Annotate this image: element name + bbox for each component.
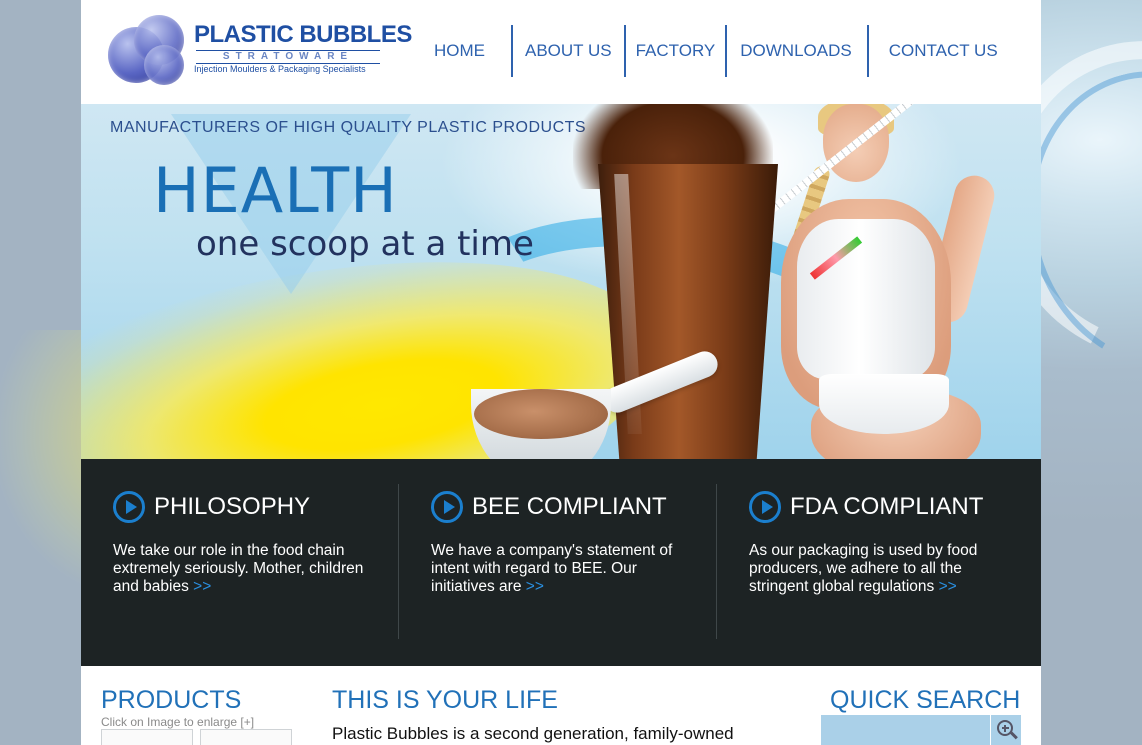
hero-tagline: MANUFACTURERS OF HIGH QUALITY PLASTIC PR… [110, 119, 587, 136]
life-text: Plastic Bubbles is a second generation, … [332, 724, 734, 743]
products-title: PRODUCTS [101, 686, 242, 714]
feature-philosophy: PHILOSOPHY We take our role in the food … [81, 459, 399, 666]
brand-name: PLASTIC BUBBLES [194, 21, 412, 48]
nav-contact-us[interactable]: CONTACT US [869, 25, 1010, 77]
hero-banner: MANUFACTURERS OF HIGH QUALITY PLASTIC PR… [81, 104, 1041, 460]
play-circle-icon[interactable] [431, 491, 463, 523]
header: PLASTIC BUBBLES STRATOWARE Injection Mou… [81, 0, 1041, 104]
feature-body: We take our role in the food chain extre… [113, 542, 364, 595]
feature-fda-compliant: FDA COMPLIANT As our packaging is used b… [717, 459, 1035, 666]
play-circle-icon[interactable] [113, 491, 145, 523]
play-circle-icon[interactable] [749, 491, 781, 523]
nav-home[interactable]: HOME [419, 25, 511, 77]
page: PLASTIC BUBBLES STRATOWARE Injection Mou… [81, 0, 1041, 745]
read-more-link[interactable]: >> [526, 578, 544, 595]
logo[interactable]: PLASTIC BUBBLES STRATOWARE Injection Mou… [108, 13, 412, 91]
product-thumbnail[interactable] [101, 729, 193, 745]
feature-text: As our packaging is used by food produce… [749, 542, 1009, 596]
hero-subtitle: one scoop at a time [196, 224, 534, 264]
zoom-handle [1010, 731, 1018, 740]
feature-title[interactable]: FDA COMPLIANT [790, 493, 983, 521]
nav-downloads[interactable]: DOWNLOADS [727, 25, 866, 77]
feature-text: We have a company's statement of intent … [431, 542, 691, 596]
model-image [797, 219, 935, 379]
products-hint: Click on Image to enlarge [+] [101, 715, 255, 729]
brand-tagline: Injection Moulders & Packaging Specialis… [194, 64, 366, 74]
model-image [819, 374, 949, 434]
hero-title: HEALTH [153, 154, 398, 227]
life-title: THIS IS YOUR LIFE [332, 686, 558, 714]
product-thumbnail[interactable] [200, 729, 292, 745]
main-nav: HOME ABOUT US FACTORY DOWNLOADS CONTACT … [419, 25, 1010, 77]
feature-title[interactable]: PHILOSOPHY [154, 493, 310, 521]
powder-image [474, 389, 608, 439]
brand-sub: STRATOWARE [196, 50, 380, 64]
search-button[interactable] [991, 715, 1021, 745]
feature-body: We have a company's statement of intent … [431, 542, 673, 595]
nav-about-us[interactable]: ABOUT US [513, 25, 624, 77]
feature-text: We take our role in the food chain extre… [113, 542, 373, 596]
features-band: PHILOSOPHY We take our role in the food … [81, 459, 1041, 666]
read-more-link[interactable]: >> [193, 578, 211, 595]
read-more-link[interactable]: >> [939, 578, 957, 595]
quick-search-title: QUICK SEARCH [830, 686, 1021, 714]
search-input[interactable] [821, 715, 991, 745]
feature-bee-compliant: BEE COMPLIANT We have a company's statem… [399, 459, 717, 666]
nav-factory[interactable]: FACTORY [626, 25, 726, 77]
bubbles-logo-icon [108, 13, 190, 91]
feature-title[interactable]: BEE COMPLIANT [472, 493, 667, 521]
bottom-section: PRODUCTS Click on Image to enlarge [+] T… [81, 666, 1041, 745]
